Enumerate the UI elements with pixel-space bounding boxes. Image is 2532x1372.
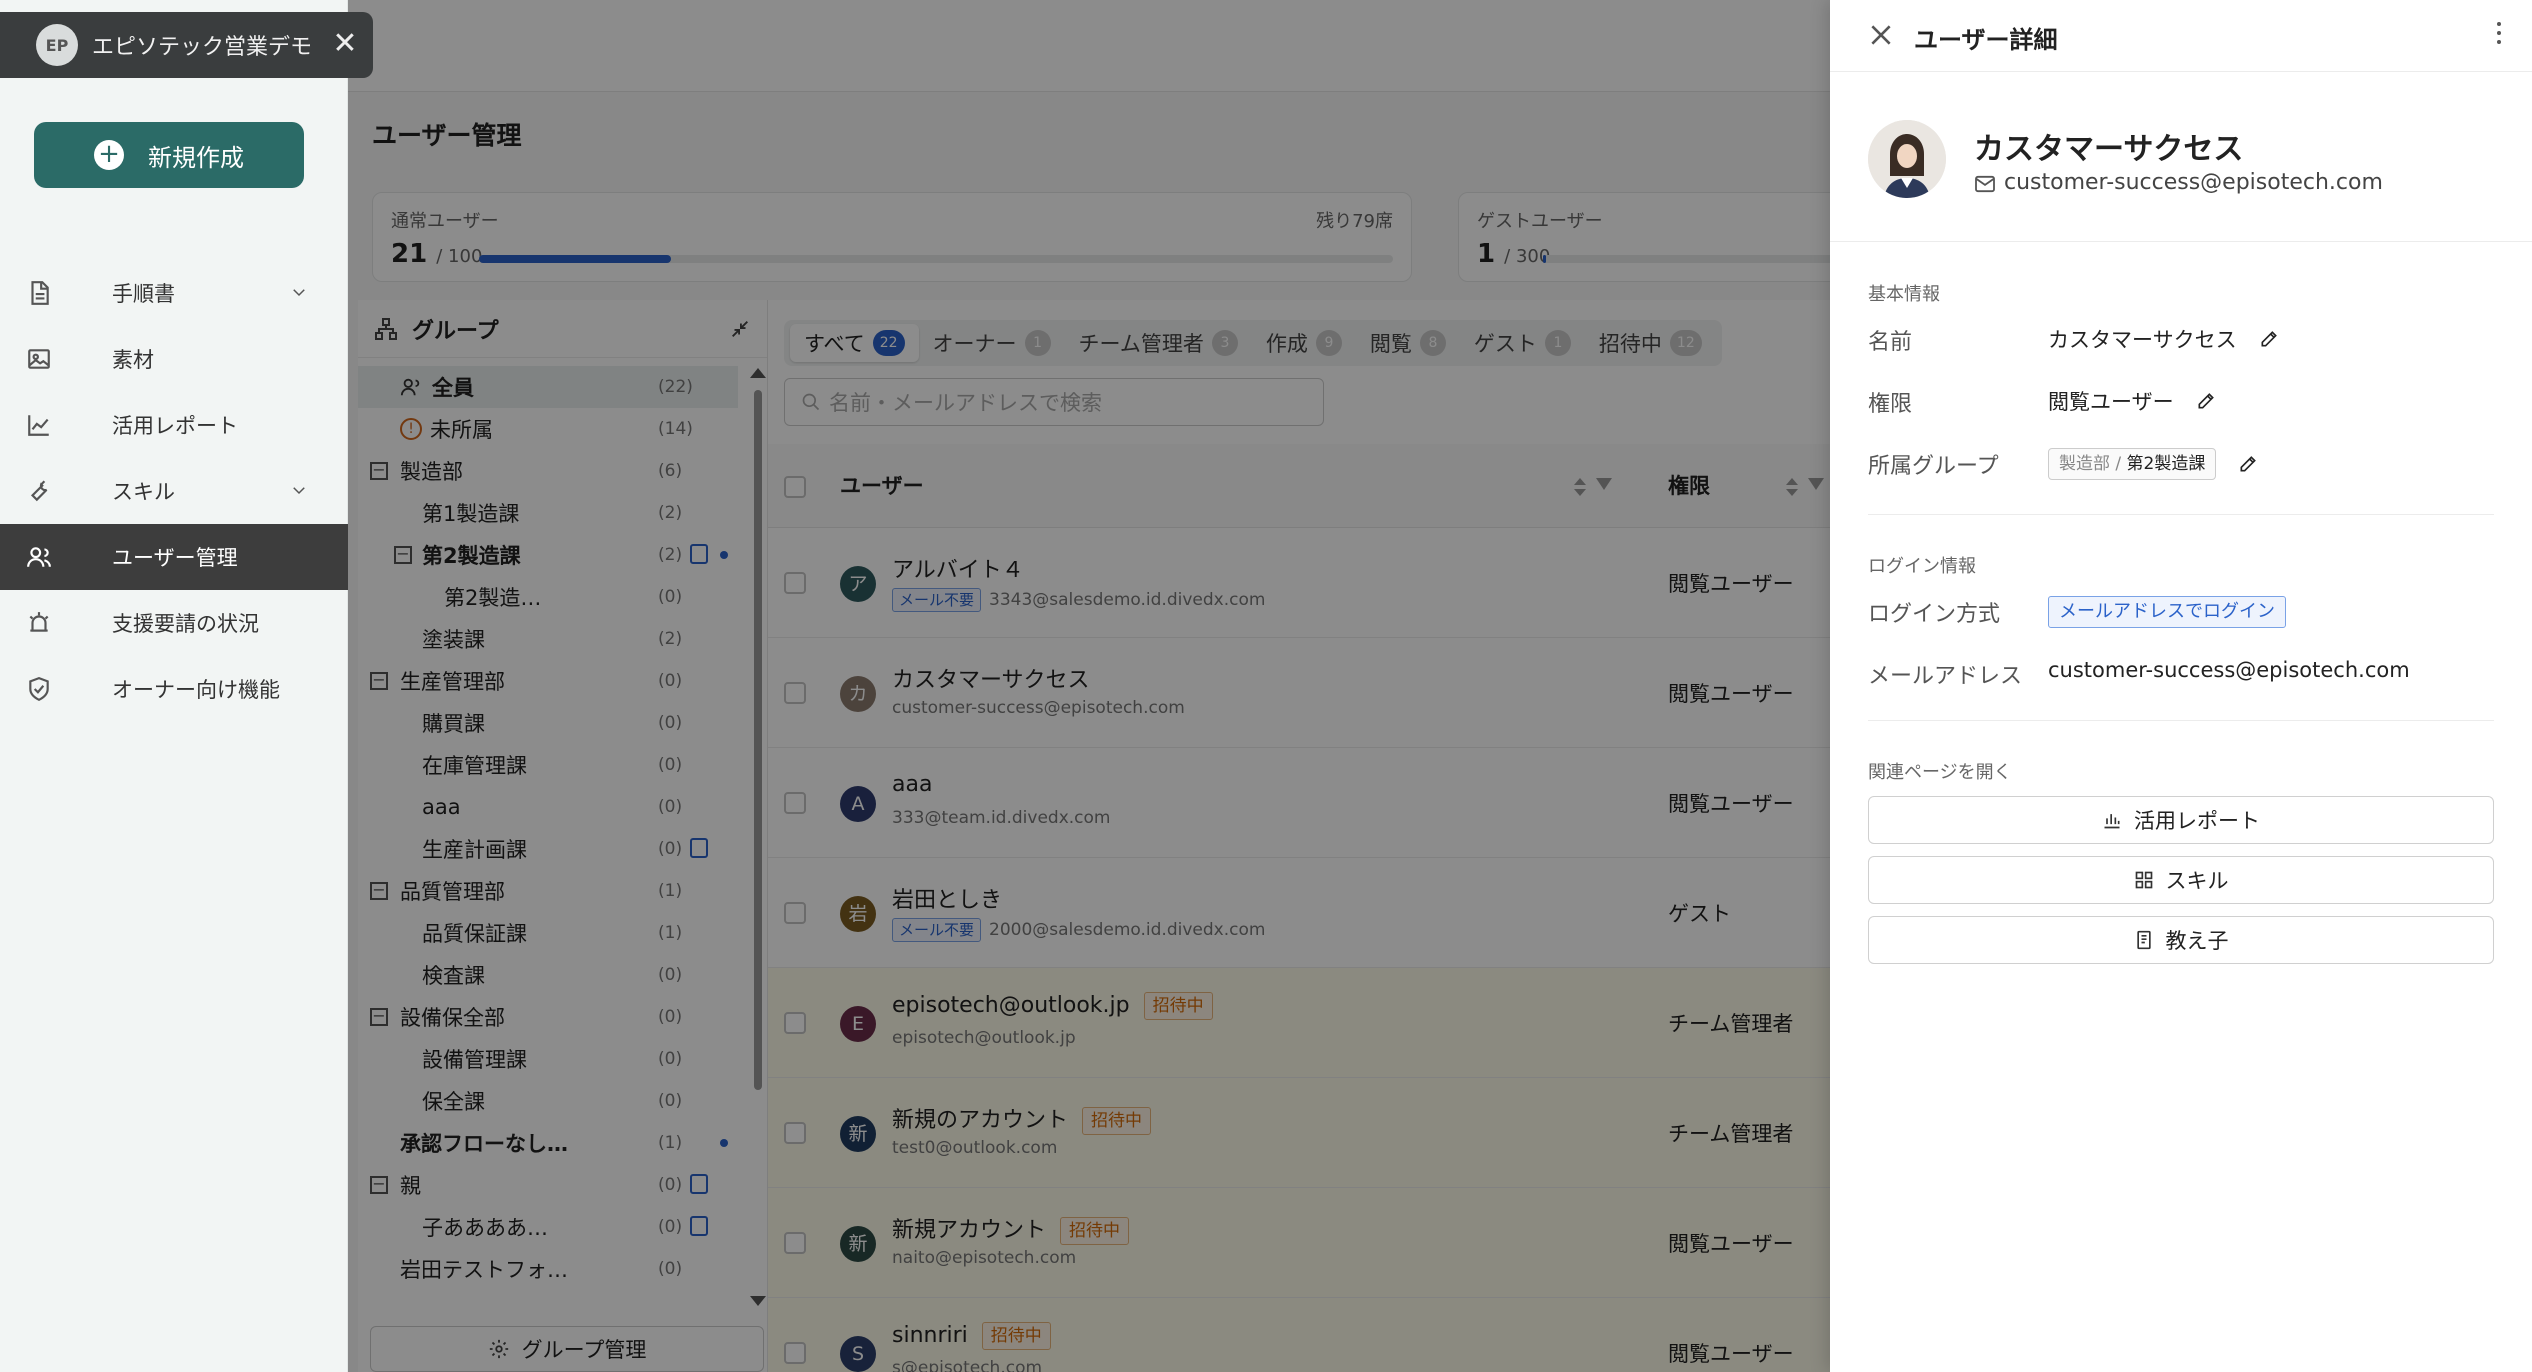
sidebar-nav: 手順書素材活用レポート スキルユーザー管理 支援要請の状況 オーナー向け機能 xyxy=(0,260,348,722)
new-create-button[interactable]: + 新規作成 xyxy=(34,122,304,188)
document-icon xyxy=(24,278,54,308)
sidebar-item-3[interactable]: スキル xyxy=(0,458,348,524)
sidebar-item-4[interactable]: ユーザー管理 xyxy=(0,524,348,590)
chart-line-icon xyxy=(24,410,54,440)
field-label: メールアドレス xyxy=(1868,664,2023,689)
sidebar: EP エピソテック営業デモ ✕ + 新規作成 手順書素材活用レポート スキルユーザ… xyxy=(0,0,373,1372)
chevron-down-icon[interactable] xyxy=(290,480,308,498)
user-email: customer-success@episotech.com xyxy=(1974,170,2383,195)
plus-icon: + xyxy=(94,140,124,170)
avatar xyxy=(1868,120,1946,198)
related-page-label: スキル xyxy=(2165,869,2229,893)
login-info-section: ログイン情報 ログイン方式 メールアドレスでログイン メールアドレス custo… xyxy=(1868,552,2494,702)
related-buttons: 活用レポート スキル教え子 xyxy=(1868,796,2494,964)
wrench-icon xyxy=(24,476,54,506)
group-field: 所属グループ 製造部 / 第2製造課 xyxy=(1868,430,2494,492)
sidebar-item-5[interactable]: 支援要請の状況 xyxy=(0,590,348,656)
sidebar-item-label: 支援要請の状況 xyxy=(112,612,259,636)
user-profile-header: カスタマーサクセス customer-success@episotech.com xyxy=(1830,72,2532,242)
drawer-header: ユーザー詳細 xyxy=(1830,0,2532,72)
user-detail-drawer: ユーザー詳細 カスタマーサクセス customer-success@episot… xyxy=(1830,0,2532,1372)
close-icon[interactable] xyxy=(1868,22,1894,48)
mail-icon xyxy=(1974,174,1996,192)
related-pages-section: 関連ページを開く 活用レポート スキル教え子 xyxy=(1868,758,2494,964)
more-vertical-icon[interactable] xyxy=(2496,22,2502,46)
sidebar-item-1[interactable]: 素材 xyxy=(0,326,348,392)
field-value: 製造部 / 第2製造課 xyxy=(2048,448,2258,480)
login-method-field: ログイン方式 メールアドレスでログイン xyxy=(1868,578,2494,640)
edit-pencil-icon[interactable] xyxy=(2238,454,2258,474)
notebook-icon xyxy=(2134,930,2154,950)
sidebar-item-0[interactable]: 手順書 xyxy=(0,260,348,326)
related-page-button[interactable]: 活用レポート xyxy=(1868,796,2494,844)
login-method-tag: メールアドレスでログイン xyxy=(2048,596,2286,628)
section-title: 基本情報 xyxy=(1868,284,1940,305)
shield-check-icon xyxy=(24,674,54,704)
name-field: 名前 カスタマーサクセス xyxy=(1868,306,2494,368)
divider xyxy=(1868,720,2494,721)
divider xyxy=(1868,514,2494,515)
role-field: 権限 閲覧ユーザー xyxy=(1868,368,2494,430)
related-page-button[interactable]: スキル xyxy=(1868,856,2494,904)
sidebar-item-label: オーナー向け機能 xyxy=(112,678,280,702)
field-label: 権限 xyxy=(1868,392,1913,417)
field-label: 名前 xyxy=(1868,330,1913,355)
field-value: customer-success@episotech.com xyxy=(2048,658,2410,682)
bar-chart-icon xyxy=(2102,810,2122,830)
sidebar-item-label: スキル xyxy=(112,480,175,504)
sidebar-item-label: 手順書 xyxy=(112,282,175,306)
workspace-name: エピソテック営業デモ xyxy=(92,35,313,60)
field-label: ログイン方式 xyxy=(1868,602,2001,627)
new-create-label: 新規作成 xyxy=(148,143,244,172)
users-icon xyxy=(24,542,54,572)
sidebar-item-6[interactable]: オーナー向け機能 xyxy=(0,656,348,722)
workspace-switcher[interactable]: EP エピソテック営業デモ ✕ xyxy=(0,12,373,78)
sidebar-item-label: ユーザー管理 xyxy=(112,546,238,570)
related-page-button[interactable]: 教え子 xyxy=(1868,916,2494,964)
sidebar-item-2[interactable]: 活用レポート xyxy=(0,392,348,458)
field-value: カスタマーサクセス xyxy=(2048,324,2279,354)
basic-info-section: 基本情報 名前 カスタマーサクセス 権限 閲覧ユーザー 所属グループ 製造部 /… xyxy=(1868,280,2494,492)
chevron-down-icon[interactable] xyxy=(290,282,308,300)
image-icon xyxy=(24,344,54,374)
field-label: 所属グループ xyxy=(1868,454,1999,479)
section-title: ログイン情報 xyxy=(1868,556,1976,577)
alarm-icon xyxy=(24,608,54,638)
drawer-title: ユーザー詳細 xyxy=(1914,26,2058,54)
related-page-label: 活用レポート xyxy=(2134,809,2260,833)
workspace-logo: EP xyxy=(36,24,78,66)
login-email-field: メールアドレス customer-success@episotech.com xyxy=(1868,640,2494,702)
edit-pencil-icon[interactable] xyxy=(2196,391,2216,411)
field-value: 閲覧ユーザー xyxy=(2048,386,2216,416)
related-page-label: 教え子 xyxy=(2165,929,2229,953)
sidebar-item-label: 活用レポート xyxy=(112,414,238,438)
sidebar-item-label: 素材 xyxy=(112,348,154,372)
field-value: メールアドレスでログイン xyxy=(2048,596,2286,628)
group-chip: 製造部 / 第2製造課 xyxy=(2048,448,2217,480)
section-title: 関連ページを開く xyxy=(1868,762,2012,783)
grid-icon xyxy=(2134,870,2154,890)
edit-pencil-icon[interactable] xyxy=(2259,329,2279,349)
close-icon[interactable]: ✕ xyxy=(331,29,359,59)
user-name: カスタマーサクセス xyxy=(1974,132,2244,167)
